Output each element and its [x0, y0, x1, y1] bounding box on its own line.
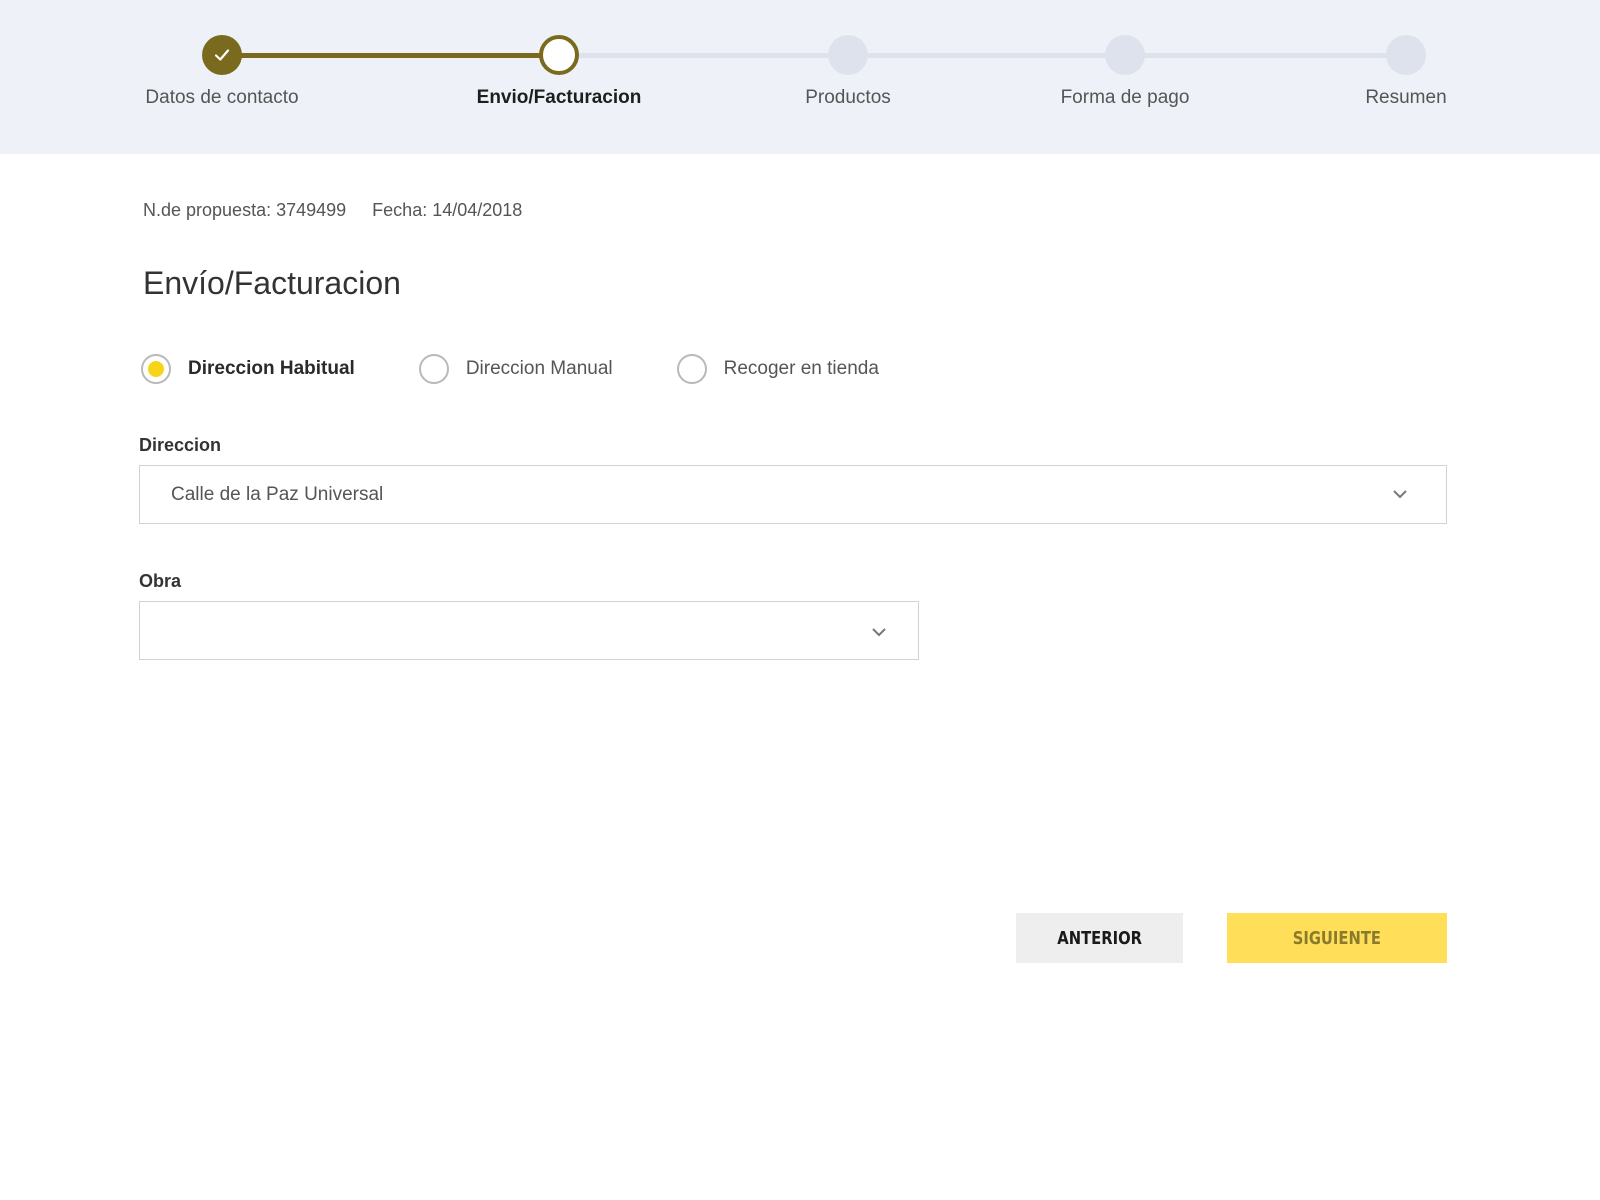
- step-forma-de-pago[interactable]: Forma de pago: [975, 35, 1275, 109]
- step-label: Datos de contacto: [145, 87, 299, 108]
- obra-label: Obra: [139, 571, 182, 591]
- step-productos[interactable]: Productos: [698, 35, 998, 109]
- previous-button-label: ANTERIOR: [1057, 927, 1142, 949]
- radio-label: Recoger en tienda: [723, 358, 879, 379]
- delivery-options: Direccion Habitual Direccion Manual Reco…: [141, 354, 879, 384]
- radio-checked-icon[interactable]: [141, 354, 171, 384]
- step-pending-circle: [1105, 35, 1145, 75]
- direccion-select[interactable]: Calle de la Paz Universal: [139, 465, 1447, 524]
- radio-label: Direccion Habitual: [188, 358, 355, 379]
- radio-unchecked-icon[interactable]: [418, 354, 449, 384]
- radio-label: Direccion Manual: [465, 358, 613, 379]
- next-button[interactable]: SIGUIENTE: [1227, 913, 1447, 963]
- radio-recoger-en-tienda[interactable]: Recoger en tienda: [676, 354, 879, 384]
- progress-stepper: Datos de contacto Envio/Facturacion Prod…: [0, 0, 1600, 154]
- step-label: Productos: [805, 87, 891, 108]
- chevron-down-icon: [1393, 490, 1407, 499]
- direccion-value: Calle de la Paz Universal: [171, 483, 384, 505]
- proposal-meta: N.de propuesta: 3749499 Fecha: 14/04/2018: [143, 200, 522, 221]
- previous-button[interactable]: ANTERIOR: [1016, 913, 1183, 963]
- step-pending-circle: [1386, 35, 1426, 75]
- radio-direccion-habitual[interactable]: Direccion Habitual: [141, 354, 355, 384]
- direccion-label: Direccion: [139, 435, 222, 455]
- step-pending-circle: [828, 35, 868, 75]
- step-resumen[interactable]: Resumen: [1256, 35, 1556, 109]
- chevron-down-icon: [872, 628, 886, 637]
- step-current-circle: [539, 35, 579, 75]
- proposal-date: Fecha: 14/04/2018: [372, 200, 523, 220]
- proposal-number: N.de propuesta: 3749499: [143, 200, 347, 220]
- check-icon: [214, 49, 230, 61]
- obra-select[interactable]: [139, 601, 919, 660]
- step-envio-facturacion[interactable]: Envio/Facturacion: [409, 35, 709, 109]
- step-datos-de-contacto[interactable]: Datos de contacto: [72, 35, 372, 109]
- step-label: Forma de pago: [1060, 87, 1190, 108]
- step-label: Envio/Facturacion: [476, 87, 642, 108]
- radio-unchecked-icon[interactable]: [676, 354, 707, 384]
- step-label: Resumen: [1365, 87, 1447, 108]
- radio-direccion-manual[interactable]: Direccion Manual: [418, 354, 613, 384]
- next-button-label: SIGUIENTE: [1292, 927, 1382, 949]
- page-title: Envío/Facturacion: [143, 265, 401, 301]
- step-done-circle: [202, 35, 242, 75]
